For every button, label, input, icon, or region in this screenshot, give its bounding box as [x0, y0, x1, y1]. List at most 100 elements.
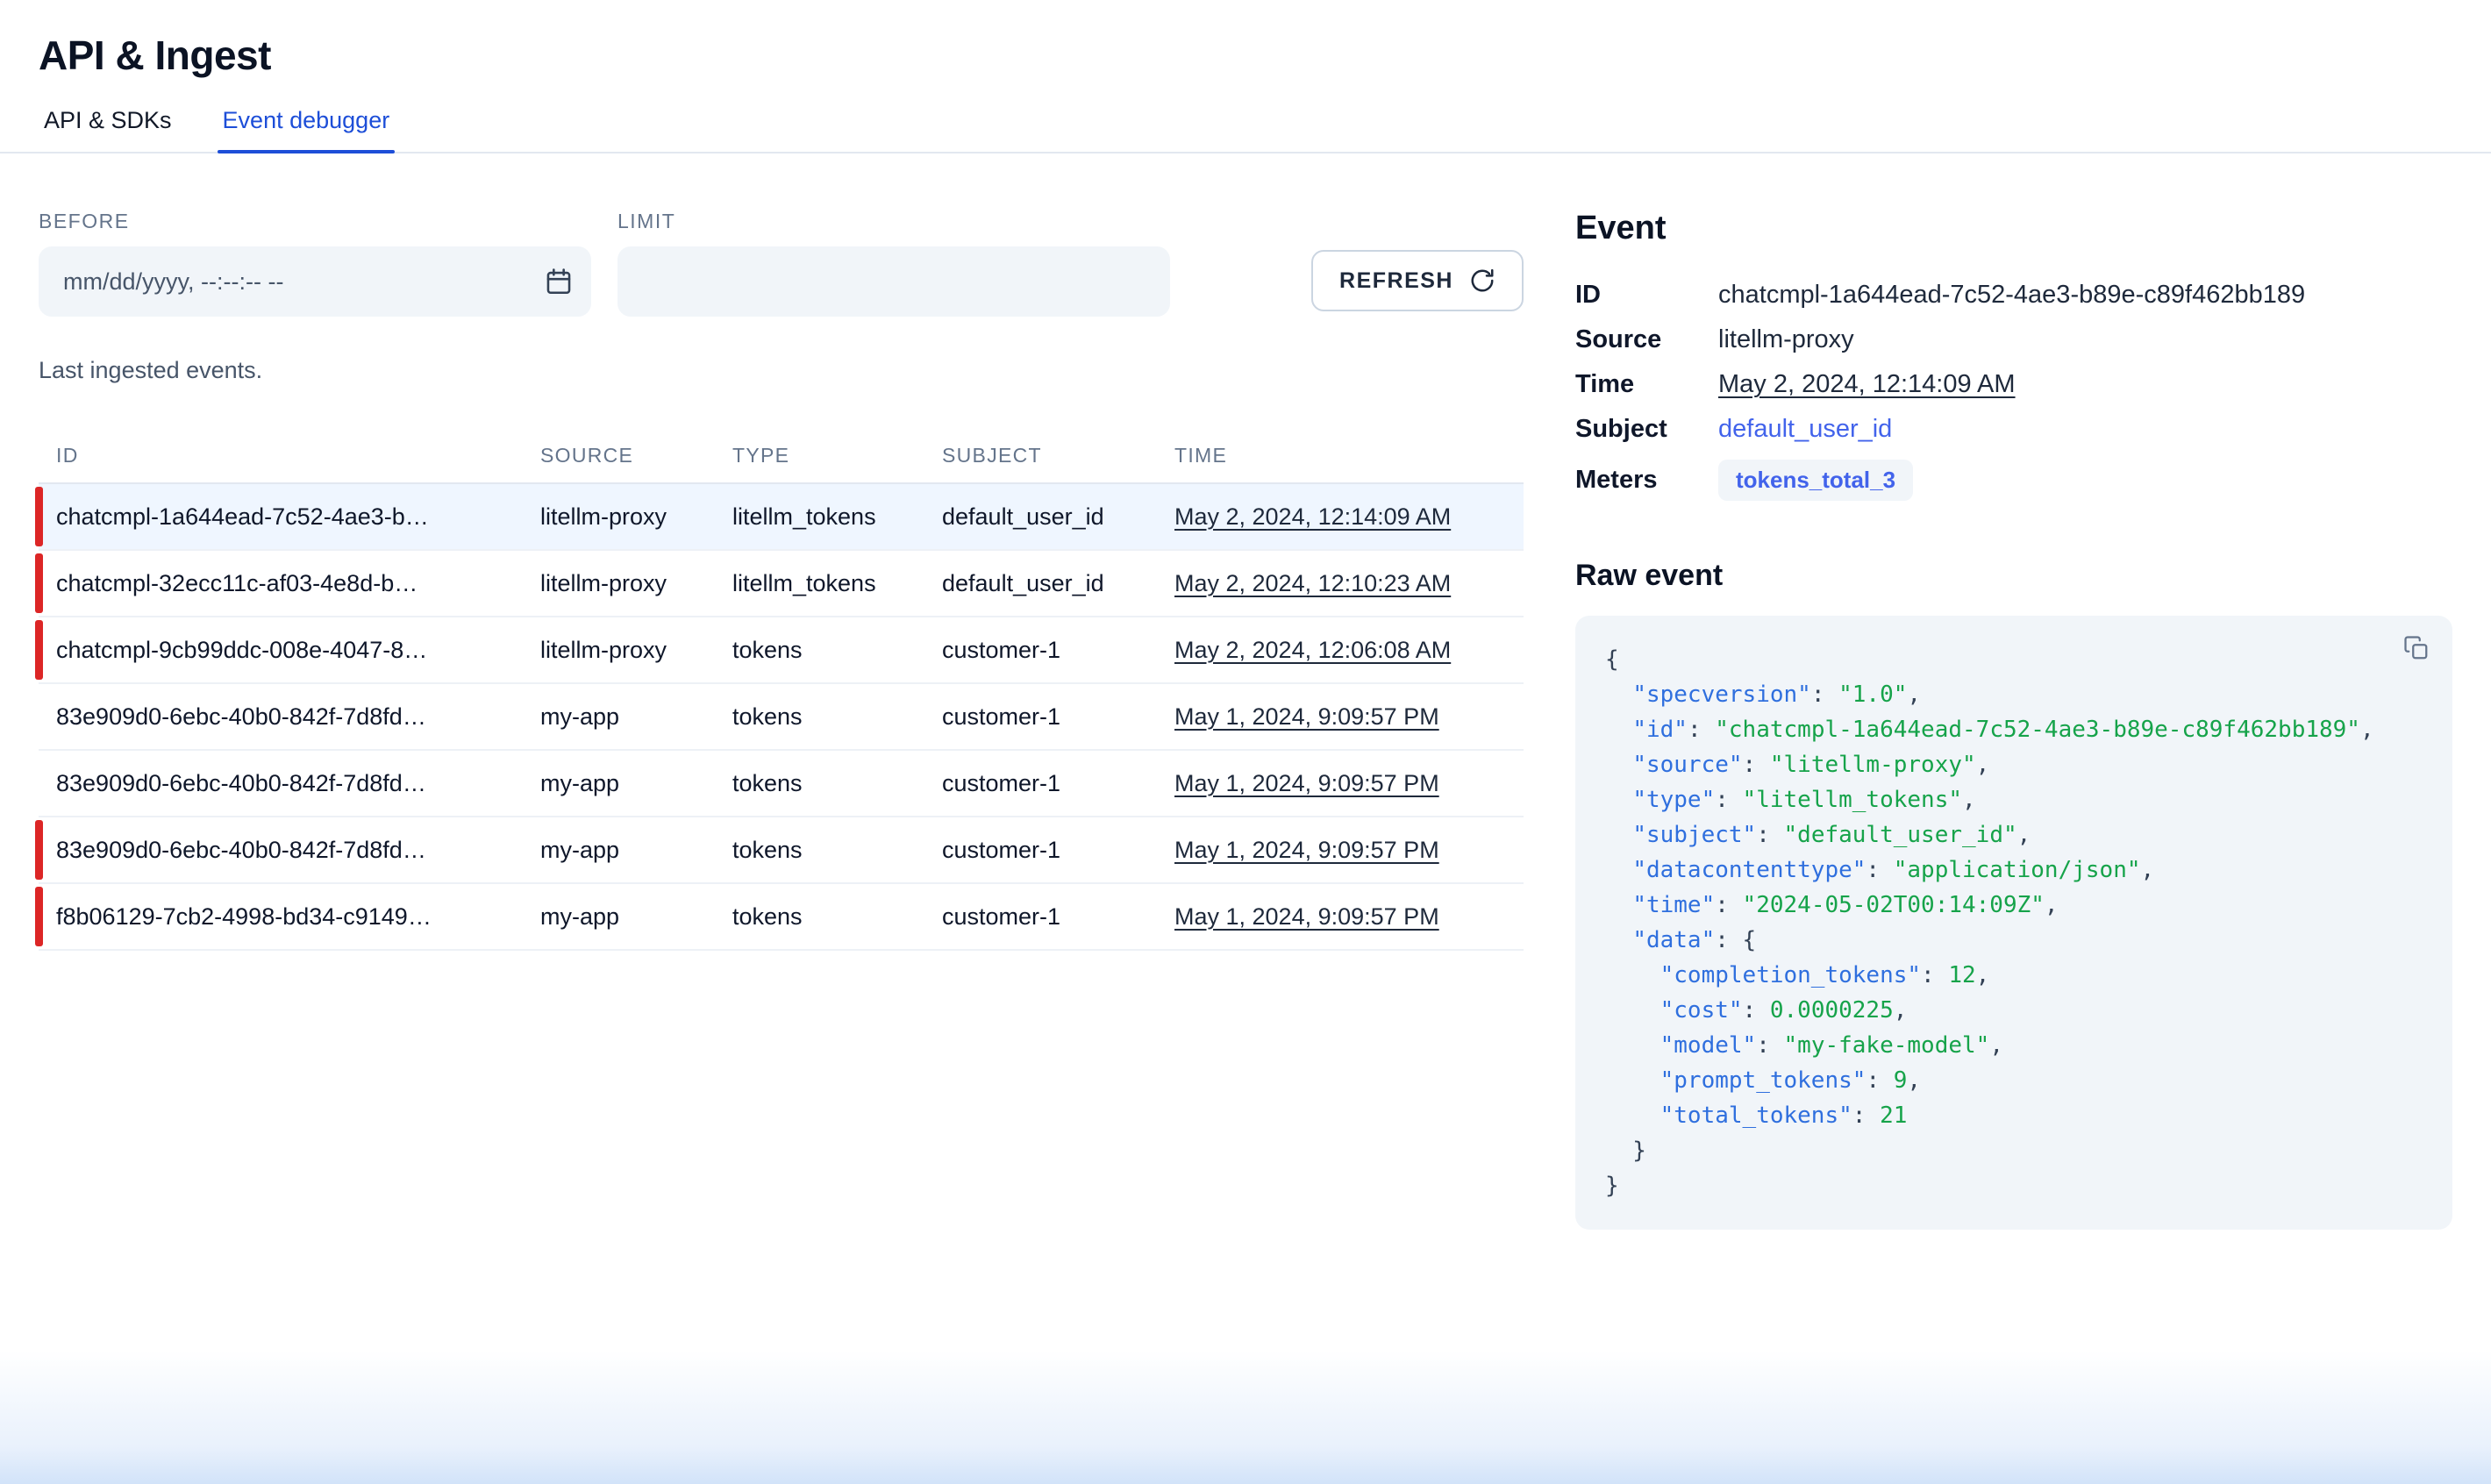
detail-value-meters[interactable]: tokens_total_3	[1718, 460, 1913, 501]
code-line: "time": "2024-05-02T00:14:09Z",	[1605, 888, 2423, 923]
event-id-cell: 83e909d0-6ebc-40b0-842f-7d8fd…	[56, 703, 540, 731]
event-time-link[interactable]: May 1, 2024, 9:09:57 PM	[1174, 903, 1439, 930]
event-detail-panel: Event IDchatcmpl-1a644ead-7c52-4ae3-b89e…	[1575, 210, 2452, 1230]
calendar-icon[interactable]	[544, 267, 574, 296]
limit-input[interactable]	[617, 246, 1170, 317]
detail-field-label: Meters	[1575, 466, 1718, 495]
events-caption: Last ingested events.	[39, 357, 1524, 384]
event-type-cell: tokens	[732, 637, 942, 664]
event-time-link[interactable]: May 2, 2024, 12:10:23 AM	[1174, 570, 1451, 596]
code-line: }	[1605, 1168, 2423, 1203]
code-line: "datacontenttype": "application/json",	[1605, 853, 2423, 888]
event-id-cell: chatcmpl-32ecc11c-af03-4e8d-b…	[56, 570, 540, 597]
table-row[interactable]: chatcmpl-32ecc11c-af03-4e8d-b…litellm-pr…	[39, 551, 1524, 617]
event-time-link[interactable]: May 2, 2024, 12:14:09 AM	[1174, 503, 1451, 530]
before-date-input[interactable]	[39, 246, 591, 317]
event-subject-cell: default_user_id	[942, 570, 1174, 597]
event-source-cell: litellm-proxy	[540, 503, 732, 531]
event-subject-cell: customer-1	[942, 903, 1174, 931]
tab-event-debugger[interactable]: Event debugger	[218, 107, 396, 152]
event-subject-cell: customer-1	[942, 703, 1174, 731]
event-time-cell: May 2, 2024, 12:10:23 AM	[1174, 570, 1524, 597]
event-detail-title: Event	[1575, 210, 2452, 247]
event-time-link[interactable]: May 1, 2024, 9:09:57 PM	[1174, 703, 1439, 730]
event-type-cell: tokens	[732, 903, 942, 931]
ingest-error-flag	[35, 887, 43, 946]
ingest-error-flag	[35, 553, 43, 613]
event-list-section: BEFORE LIMIT	[39, 210, 1524, 951]
events-table-header: ID SOURCE TYPE SUBJECT TIME	[39, 428, 1524, 484]
event-detail-fields: IDchatcmpl-1a644ead-7c52-4ae3-b89e-c89f4…	[1575, 281, 2452, 501]
detail-field-value: litellm-proxy	[1718, 325, 2452, 354]
code-line: "id": "chatcmpl-1a644ead-7c52-4ae3-b89e-…	[1605, 712, 2423, 747]
code-line: "source": "litellm-proxy",	[1605, 747, 2423, 782]
table-row[interactable]: chatcmpl-9cb99ddc-008e-4047-8…litellm-pr…	[39, 617, 1524, 684]
event-time-cell: May 1, 2024, 9:09:57 PM	[1174, 770, 1524, 797]
raw-event-title: Raw event	[1575, 559, 2452, 593]
table-row[interactable]: 83e909d0-6ebc-40b0-842f-7d8fd…my-apptoke…	[39, 684, 1524, 751]
copy-icon[interactable]	[2403, 635, 2430, 661]
page-title: API & Ingest	[39, 32, 2452, 79]
detail-field-value: tokens_total_3	[1718, 460, 2452, 501]
detail-field-value: May 2, 2024, 12:14:09 AM	[1718, 370, 2452, 399]
event-id-cell: 83e909d0-6ebc-40b0-842f-7d8fd…	[56, 837, 540, 864]
main-content: BEFORE LIMIT	[0, 153, 2491, 1230]
events-table: ID SOURCE TYPE SUBJECT TIME chatcmpl-1a6…	[39, 428, 1524, 951]
before-label: BEFORE	[39, 210, 591, 233]
column-header-type: TYPE	[732, 444, 942, 467]
detail-value-subject[interactable]: default_user_id	[1718, 415, 1892, 443]
event-source-cell: litellm-proxy	[540, 637, 732, 664]
code-line: {	[1605, 642, 2423, 677]
event-id-cell: chatcmpl-9cb99ddc-008e-4047-8…	[56, 637, 540, 664]
detail-field-label: ID	[1575, 281, 1718, 310]
code-line: "specversion": "1.0",	[1605, 677, 2423, 712]
raw-event-code: { "specversion": "1.0", "id": "chatcmpl-…	[1605, 642, 2423, 1203]
refresh-button[interactable]: REFRESH	[1311, 250, 1524, 311]
event-source-cell: my-app	[540, 770, 732, 797]
code-line: "data": {	[1605, 923, 2423, 958]
code-line: "total_tokens": 21	[1605, 1098, 2423, 1133]
code-line: "completion_tokens": 12,	[1605, 958, 2423, 993]
table-row[interactable]: 83e909d0-6ebc-40b0-842f-7d8fd…my-apptoke…	[39, 817, 1524, 884]
table-row[interactable]: 83e909d0-6ebc-40b0-842f-7d8fd…my-apptoke…	[39, 751, 1524, 817]
event-type-cell: tokens	[732, 703, 942, 731]
detail-value-source: litellm-proxy	[1718, 325, 1854, 353]
column-header-subject: SUBJECT	[942, 444, 1174, 467]
tab-api-sdks[interactable]: API & SDKs	[39, 107, 177, 152]
event-time-link[interactable]: May 1, 2024, 9:09:57 PM	[1174, 837, 1439, 863]
event-time-link[interactable]: May 1, 2024, 9:09:57 PM	[1174, 770, 1439, 796]
event-subject-cell: customer-1	[942, 637, 1174, 664]
event-time-link[interactable]: May 2, 2024, 12:06:08 AM	[1174, 637, 1451, 663]
events-table-body: chatcmpl-1a644ead-7c52-4ae3-b…litellm-pr…	[39, 484, 1524, 951]
filters-row: BEFORE LIMIT	[39, 210, 1524, 317]
event-type-cell: litellm_tokens	[732, 570, 942, 597]
detail-field-label: Source	[1575, 325, 1718, 354]
limit-field	[617, 246, 1170, 317]
event-type-cell: litellm_tokens	[732, 503, 942, 531]
event-subject-cell: customer-1	[942, 770, 1174, 797]
event-id-cell: chatcmpl-1a644ead-7c52-4ae3-b…	[56, 503, 540, 531]
ingest-error-flag	[35, 820, 43, 880]
ingest-error-flag	[35, 620, 43, 680]
page-header: API & Ingest	[0, 0, 2491, 79]
code-line: "subject": "default_user_id",	[1605, 817, 2423, 853]
code-line: "cost": 0.0000225,	[1605, 993, 2423, 1028]
code-line: "type": "litellm_tokens",	[1605, 782, 2423, 817]
detail-field-value: default_user_id	[1718, 415, 2452, 444]
refresh-button-label: REFRESH	[1339, 268, 1453, 294]
detail-field-label: Subject	[1575, 415, 1718, 444]
event-source-cell: my-app	[540, 703, 732, 731]
table-row[interactable]: f8b06129-7cb2-4998-bd34-c9149…my-apptoke…	[39, 884, 1524, 951]
detail-value-time[interactable]: May 2, 2024, 12:14:09 AM	[1718, 370, 2016, 398]
refresh-icon	[1469, 268, 1495, 294]
column-header-source: SOURCE	[540, 444, 732, 467]
before-date-field	[39, 246, 591, 317]
table-row[interactable]: chatcmpl-1a644ead-7c52-4ae3-b…litellm-pr…	[39, 484, 1524, 551]
code-line: "prompt_tokens": 9,	[1605, 1063, 2423, 1098]
code-line: }	[1605, 1133, 2423, 1168]
event-source-cell: litellm-proxy	[540, 570, 732, 597]
event-source-cell: my-app	[540, 903, 732, 931]
event-subject-cell: default_user_id	[942, 503, 1174, 531]
limit-label: LIMIT	[617, 210, 1170, 233]
event-time-cell: May 2, 2024, 12:14:09 AM	[1174, 503, 1524, 531]
